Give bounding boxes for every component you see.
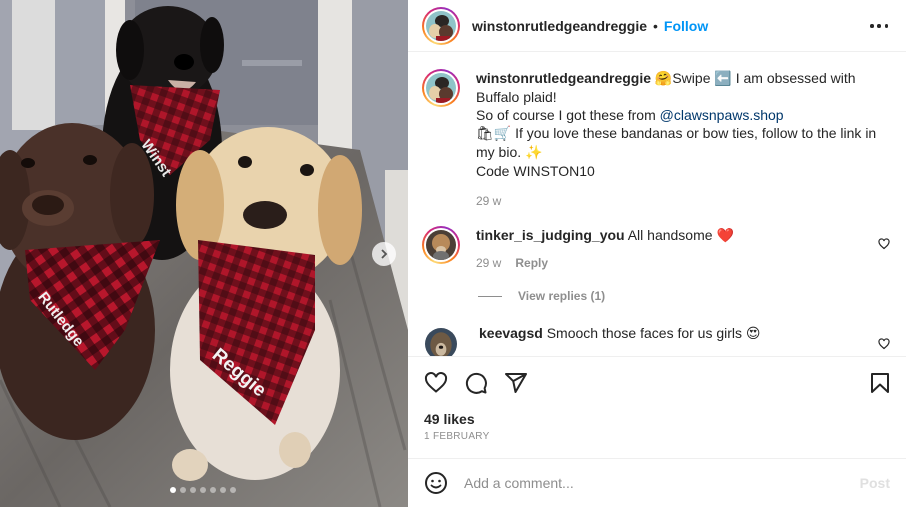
like-button[interactable]: [424, 371, 448, 395]
avatar-image: [426, 10, 456, 41]
save-button[interactable]: [868, 371, 892, 395]
comment-username[interactable]: tinker_is_judging_you: [476, 227, 625, 243]
comment-bubble-icon: [465, 372, 487, 394]
shopping-emoji: 🛍🛒: [476, 126, 512, 142]
post-details-panel: winstonrutledgeandreggie • Follow winsto…: [408, 0, 906, 507]
comment-item: tinker_is_judging_you All handsome ❤️ 29…: [422, 226, 892, 272]
post-photo[interactable]: Winst Rutledge Reggie: [0, 0, 408, 507]
comment-username[interactable]: keevagsd: [479, 325, 543, 341]
reply-button[interactable]: Reply: [515, 254, 548, 272]
avatar-image: [426, 73, 456, 103]
add-comment-bar: Post: [408, 458, 906, 507]
chevron-right-icon: [381, 249, 388, 259]
carousel-dot: [230, 487, 236, 493]
carousel-next-button[interactable]: [372, 242, 396, 266]
separator-dot: •: [653, 17, 658, 34]
comment-item: keevagsd Smooch those faces for us girls…: [422, 325, 892, 356]
comment-timestamp[interactable]: 29 w: [476, 254, 501, 272]
post-comment-button[interactable]: Post: [860, 475, 890, 491]
post-header: winstonrutledgeandreggie • Follow: [408, 0, 906, 52]
like-comment-heart-icon[interactable]: [878, 238, 890, 250]
heart-icon: [424, 372, 448, 393]
view-replies-button[interactable]: View replies (1): [478, 289, 605, 303]
like-comment-heart-icon[interactable]: [878, 338, 890, 350]
follow-button[interactable]: Follow: [664, 18, 708, 34]
caption-text: Swipe: [672, 70, 715, 86]
avatar-image: [426, 230, 456, 260]
sparkles-emoji: ✨: [525, 145, 543, 161]
caption-username[interactable]: winstonrutledgeandreggie: [476, 70, 651, 86]
heart-eyes-emoji: 😍: [745, 326, 761, 342]
comments-list[interactable]: winstonrutledgeandreggie 🤗Swipe ⬅️ I am …: [408, 53, 906, 356]
carousel-indicator: [170, 487, 236, 493]
caption-author-avatar[interactable]: [422, 69, 460, 107]
avatar-image: [425, 328, 457, 356]
caption-timestamp[interactable]: 29 w: [476, 192, 501, 210]
emoji-smiley-icon[interactable]: [424, 471, 448, 495]
carousel-dot: [210, 487, 216, 493]
caption-text: So of course I got these from: [476, 107, 660, 123]
carousel-dot: [180, 487, 186, 493]
caption-text: Code WINSTON10: [476, 163, 595, 179]
more-dots-icon: [870, 24, 874, 28]
carousel-dot: [220, 487, 226, 493]
more-options-button[interactable]: [870, 18, 888, 34]
author-avatar[interactable]: [422, 6, 460, 45]
red-heart-emoji: ❤️: [716, 228, 734, 244]
likes-count[interactable]: 49 likes: [408, 411, 906, 427]
commenter-avatar[interactable]: [422, 226, 460, 264]
carousel-dot: [170, 487, 176, 493]
bookmark-icon: [871, 373, 889, 393]
post-actions-section: 49 likes 1 FEBRUARY: [408, 356, 906, 442]
post-date[interactable]: 1 FEBRUARY: [408, 431, 906, 442]
carousel-dot: [200, 487, 206, 493]
carousel-dot: [190, 487, 196, 493]
post-image: Winst Rutledge Reggie: [0, 0, 408, 507]
left-arrow-emoji: ⬅️: [714, 71, 732, 87]
paper-plane-icon: [505, 373, 527, 393]
commenter-avatar[interactable]: [425, 328, 457, 356]
hugging-face-emoji: 🤗: [654, 71, 673, 87]
caption: winstonrutledgeandreggie 🤗Swipe ⬅️ I am …: [422, 69, 892, 210]
comment-input[interactable]: [464, 475, 852, 491]
author-username[interactable]: winstonrutledgeandreggie: [472, 18, 647, 34]
comment-text: All handsome: [624, 227, 717, 243]
mention-link[interactable]: @clawsnpaws.shop: [660, 107, 784, 123]
comment-text: Smooch those faces for us girls: [542, 325, 746, 341]
comment-button[interactable]: [464, 371, 488, 395]
share-button[interactable]: [504, 371, 528, 395]
caption-body: winstonrutledgeandreggie 🤗Swipe ⬅️ I am …: [476, 69, 892, 210]
divider-line: [478, 295, 502, 297]
action-bar: [408, 357, 906, 409]
